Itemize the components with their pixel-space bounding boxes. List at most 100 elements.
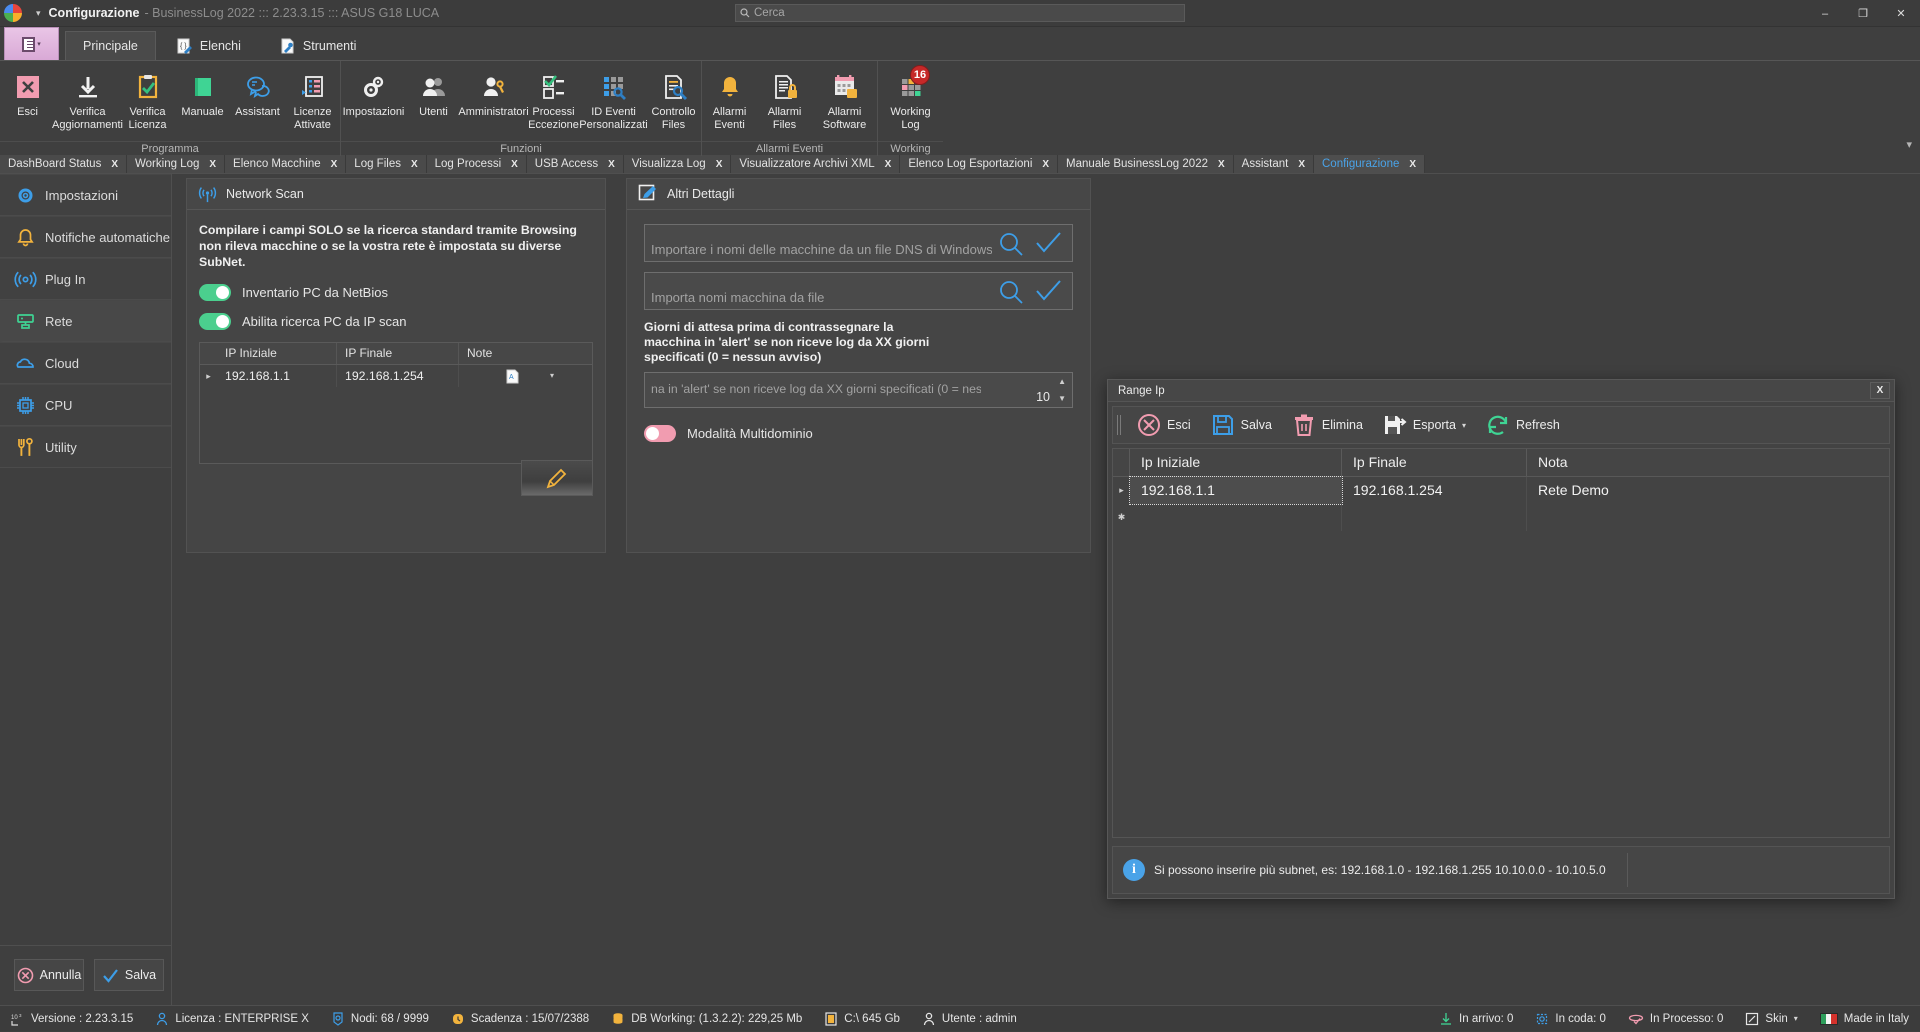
cell-ip-finale[interactable]: 192.168.1.254 bbox=[337, 365, 459, 387]
doctab-elenco-macchine[interactable]: Elenco MacchineX bbox=[225, 155, 346, 173]
ribbon-button-impostazioni[interactable]: Impostazioni bbox=[341, 66, 406, 119]
close-icon[interactable]: X bbox=[1042, 159, 1049, 170]
new-row-icon[interactable]: ✱ bbox=[1113, 504, 1130, 531]
ribbon-button-utenti[interactable]: Utenti bbox=[406, 66, 461, 119]
column-header-ip-finale[interactable]: Ip Finale bbox=[1342, 449, 1527, 476]
minimize-button[interactable]: – bbox=[1806, 0, 1844, 27]
spinner-up-icon[interactable]: ▲ bbox=[1058, 377, 1066, 386]
cell-ip-finale[interactable]: 192.168.1.254 bbox=[1342, 477, 1527, 504]
dialog-elimina-button[interactable]: Elimina bbox=[1283, 410, 1372, 440]
doctab-log-processi[interactable]: Log ProcessiX bbox=[427, 155, 527, 173]
modalita-multidominio-toggle[interactable] bbox=[644, 425, 676, 442]
ribbon-button-esci[interactable]: Esci bbox=[0, 66, 55, 119]
ribbon-button-allarmi-files[interactable]: Allarmi Files bbox=[757, 66, 812, 131]
sidebar-item-rete[interactable]: Rete bbox=[0, 300, 171, 342]
dialog-refresh-button[interactable]: Refresh bbox=[1477, 410, 1569, 440]
ribbon-button-processi-eccezione[interactable]: Processi Eccezione bbox=[526, 66, 581, 131]
cell-nota[interactable]: Rete Demo bbox=[1527, 477, 1889, 504]
close-icon[interactable]: X bbox=[885, 159, 892, 170]
close-icon[interactable]: X bbox=[411, 159, 418, 170]
ribbon-button-licenze-attivate[interactable]: Licenze Attivate bbox=[285, 66, 340, 131]
sidebar-item-plug-in[interactable]: Plug In bbox=[0, 258, 171, 300]
file-import-field[interactable] bbox=[644, 272, 1073, 310]
doctab-visualizza-log[interactable]: Visualizza LogX bbox=[624, 155, 732, 173]
close-icon[interactable]: X bbox=[1218, 159, 1225, 170]
ribbon-button-allarmi-software[interactable]: Allarmi Software bbox=[812, 66, 877, 131]
tab-strumenti[interactable]: Strumenti bbox=[261, 31, 375, 60]
ribbon-button-allarmi-eventi[interactable]: Allarmi Eventi bbox=[702, 66, 757, 131]
abilita-ip-scan-toggle[interactable] bbox=[199, 313, 231, 330]
sidebar-item-cloud[interactable]: Cloud bbox=[0, 342, 171, 384]
spinner-down-icon[interactable]: ▼ bbox=[1058, 394, 1066, 403]
column-header-ip-iniziale[interactable]: Ip Iniziale bbox=[1130, 449, 1342, 476]
chevron-down-icon[interactable]: ▾ bbox=[1462, 421, 1466, 430]
ip-range-grid[interactable]: IP Iniziale IP Finale Note ▸ 192.168.1.1… bbox=[199, 342, 593, 464]
cell-ip-iniziale[interactable]: 192.168.1.1 bbox=[1130, 477, 1342, 504]
alert-days-input[interactable] bbox=[651, 382, 981, 396]
cell-ip-iniziale[interactable] bbox=[1130, 504, 1342, 531]
ribbon-button-assistant[interactable]: Assistant bbox=[230, 66, 285, 119]
close-icon[interactable]: X bbox=[511, 159, 518, 170]
doctab-elenco-log-esportazioni[interactable]: Elenco Log EsportazioniX bbox=[900, 155, 1058, 173]
doctab-working-log[interactable]: Working LogX bbox=[127, 155, 225, 173]
sidebar-item-notifiche-automatiche[interactable]: Notifiche automatiche bbox=[0, 216, 171, 258]
doctab-visualizzatore-archivi-xml[interactable]: Visualizzatore Archivi XMLX bbox=[731, 155, 900, 173]
doctab-assistant[interactable]: AssistantX bbox=[1234, 155, 1314, 173]
application-menu-button[interactable]: ▾ bbox=[4, 27, 59, 60]
cancel-button[interactable]: Annulla bbox=[14, 959, 84, 991]
tab-principale[interactable]: Principale bbox=[65, 31, 156, 60]
doctab-configurazione[interactable]: ConfigurazioneX bbox=[1314, 155, 1425, 173]
ribbon-button-controllo-files[interactable]: Controllo Files bbox=[646, 66, 701, 131]
maximize-button[interactable]: ❐ bbox=[1844, 0, 1882, 27]
dialog-ip-grid[interactable]: Ip Iniziale Ip Finale Nota ▸ 192.168.1.1… bbox=[1112, 448, 1890, 838]
table-row[interactable]: ▸ 192.168.1.1 192.168.1.254 Rete Demo bbox=[1113, 477, 1889, 504]
close-icon[interactable]: X bbox=[331, 159, 338, 170]
doctab-manuale-businesslog-2022[interactable]: Manuale BusinessLog 2022X bbox=[1058, 155, 1234, 173]
ribbon-button-id-eventi-personalizzati[interactable]: ID Eventi Personalizzati bbox=[581, 66, 646, 131]
sidebar-item-utility[interactable]: Utility bbox=[0, 426, 171, 468]
tab-elenchi[interactable]: { } Elenchi bbox=[158, 31, 259, 60]
column-header-nota[interactable]: Nota bbox=[1527, 449, 1889, 476]
search-icon[interactable] bbox=[998, 279, 1024, 305]
close-icon[interactable]: X bbox=[209, 159, 216, 170]
doctab-dashboard-status[interactable]: DashBoard StatusX bbox=[0, 155, 127, 173]
close-icon[interactable]: X bbox=[608, 159, 615, 170]
global-search[interactable] bbox=[735, 4, 1185, 22]
toolbar-grip-handle[interactable] bbox=[1117, 415, 1122, 435]
edit-ranges-button[interactable] bbox=[521, 460, 593, 496]
chevron-down-icon[interactable]: ▾ bbox=[1794, 1014, 1798, 1023]
table-row[interactable]: ▸ 192.168.1.1 192.168.1.254 A ▾ bbox=[200, 365, 592, 387]
ribbon-button-working-log[interactable]: 16 Working Log bbox=[878, 66, 943, 131]
chevron-down-icon[interactable]: ▾ bbox=[550, 365, 554, 387]
column-header-ip-finale[interactable]: IP Finale bbox=[337, 343, 459, 364]
inventario-netbios-toggle[interactable] bbox=[199, 284, 231, 301]
ribbon-button-verifica-licenza[interactable]: Verifica Licenza bbox=[120, 66, 175, 131]
close-icon[interactable]: X bbox=[111, 159, 118, 170]
skin-selector[interactable]: Skin ▾ bbox=[1734, 1006, 1808, 1032]
column-header-ip-iniziale[interactable]: IP Iniziale bbox=[217, 343, 337, 364]
chevron-down-icon[interactable]: ▾ bbox=[1906, 138, 1912, 151]
cell-note[interactable]: A ▾ bbox=[459, 365, 592, 387]
dns-import-field[interactable] bbox=[644, 224, 1073, 262]
check-icon[interactable] bbox=[1034, 279, 1062, 305]
dialog-esci-button[interactable]: Esci bbox=[1128, 410, 1200, 440]
search-input[interactable] bbox=[754, 7, 1184, 19]
titlebar-menu-caret-icon[interactable]: ▾ bbox=[36, 8, 41, 19]
dialog-close-button[interactable]: X bbox=[1870, 382, 1890, 399]
column-header-note[interactable]: Note bbox=[459, 343, 592, 364]
close-icon[interactable]: X bbox=[1298, 159, 1305, 170]
ribbon-button-verifica-aggiornamenti[interactable]: Verifica Aggiornamenti bbox=[55, 66, 120, 131]
sidebar-item-cpu[interactable]: CPU bbox=[0, 384, 171, 426]
ribbon-button-amministratori[interactable]: Amministratori bbox=[461, 66, 526, 119]
save-button[interactable]: Salva bbox=[94, 959, 164, 991]
dialog-salva-button[interactable]: Salva bbox=[1202, 410, 1281, 440]
cell-ip-finale[interactable] bbox=[1342, 504, 1527, 531]
search-icon[interactable] bbox=[998, 231, 1024, 257]
alert-days-spinner[interactable]: 10 ▲ ▼ bbox=[644, 372, 1073, 408]
ribbon-button-manuale[interactable]: Manuale bbox=[175, 66, 230, 119]
doctab-log-files[interactable]: Log FilesX bbox=[346, 155, 426, 173]
cell-nota[interactable] bbox=[1527, 504, 1889, 531]
close-icon[interactable]: X bbox=[716, 159, 723, 170]
cell-ip-iniziale[interactable]: 192.168.1.1 bbox=[217, 365, 337, 387]
table-row-new[interactable]: ✱ bbox=[1113, 504, 1889, 531]
